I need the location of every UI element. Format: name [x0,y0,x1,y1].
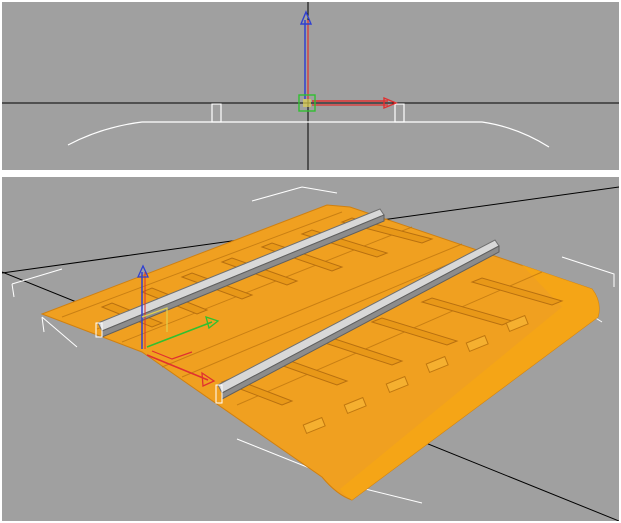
track-surface[interactable] [40,204,600,501]
rail-right-profile[interactable] [394,103,405,123]
perspective-viewport[interactable] [2,177,619,521]
move-gizmo-icon[interactable] [298,10,398,112]
front-viewport-canvas[interactable] [2,2,619,170]
perspective-viewport-canvas[interactable] [2,177,619,521]
front-viewport[interactable] [2,2,619,170]
app-window [0,0,621,523]
rail-left-profile[interactable] [211,103,222,123]
